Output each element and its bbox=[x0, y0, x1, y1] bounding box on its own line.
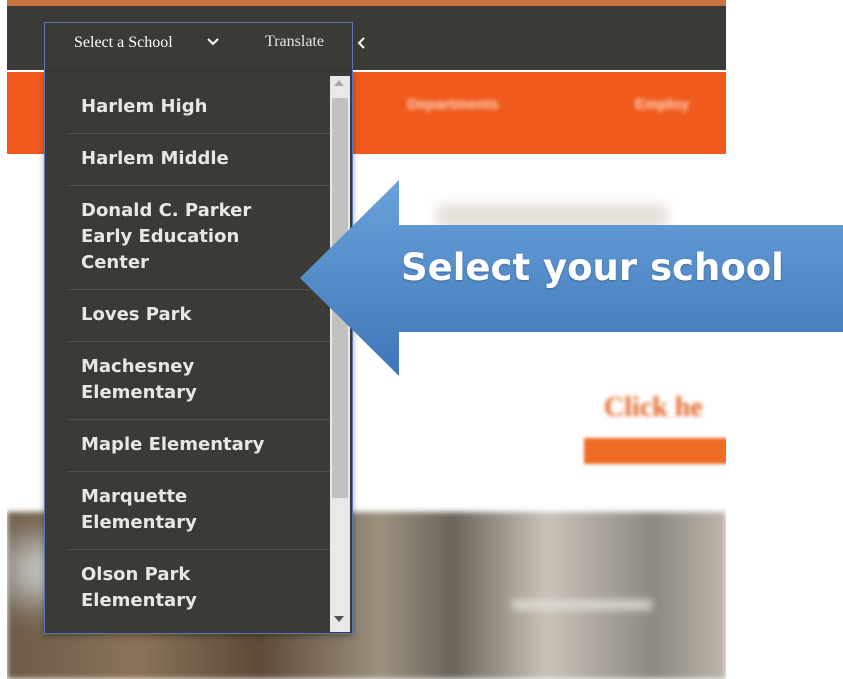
school-item-marquette[interactable]: Marquette Elementary bbox=[68, 472, 330, 550]
photo-streak bbox=[512, 600, 652, 610]
school-item-olson-park[interactable]: Olson Park Elementary bbox=[68, 550, 330, 627]
click-here-bar bbox=[584, 438, 726, 464]
callout-text: Select your school bbox=[401, 246, 784, 289]
school-item-machesney[interactable]: Machesney Elementary bbox=[68, 342, 330, 420]
select-school-label: Select a School bbox=[74, 34, 173, 51]
school-item-harlem-middle[interactable]: Harlem Middle bbox=[68, 134, 330, 186]
school-item-maple[interactable]: Maple Elementary bbox=[68, 420, 330, 472]
chevron-down-icon bbox=[207, 38, 219, 46]
nav-item-employment[interactable]: Employ bbox=[635, 96, 689, 116]
scroll-up-arrow-icon[interactable] bbox=[334, 80, 344, 86]
nav-item-departments[interactable]: Departments bbox=[407, 96, 499, 116]
chevron-left-icon[interactable] bbox=[356, 36, 368, 50]
click-here-link[interactable]: Click he bbox=[604, 392, 703, 424]
school-item-donald-c-parker[interactable]: Donald C. Parker Early Education Center bbox=[68, 186, 330, 290]
scroll-down-arrow-icon[interactable] bbox=[334, 616, 344, 622]
school-item-loves-park[interactable]: Loves Park bbox=[68, 290, 330, 342]
translate-button[interactable]: Translate bbox=[265, 33, 324, 51]
school-item-harlem-high[interactable]: Harlem High bbox=[68, 82, 330, 134]
school-list: Harlem High Harlem Middle Donald C. Park… bbox=[68, 82, 330, 627]
